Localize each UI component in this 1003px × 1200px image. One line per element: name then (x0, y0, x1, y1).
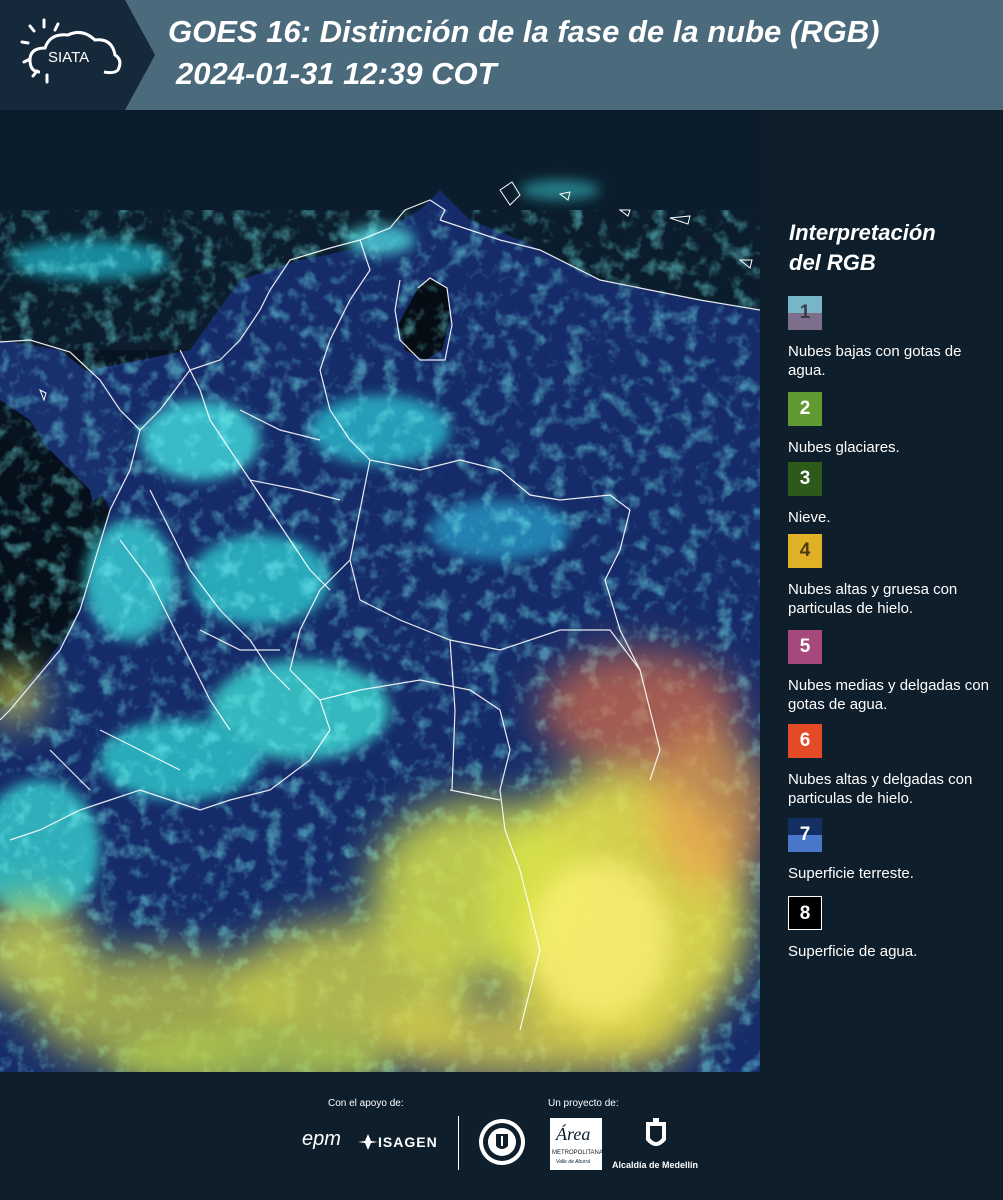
footer: Con el apoyo de: Un proyecto de: epm ISA… (0, 1072, 1003, 1200)
area-logo-sub1: METROPOLITANA (552, 1150, 603, 1156)
legend-panel: Interpretación del RGB 1 Nubes bajas con … (760, 110, 1003, 1072)
epm-logo: epm (302, 1128, 354, 1154)
isagen-icon (358, 1134, 378, 1150)
legend-swatch: 1 (788, 296, 822, 330)
legend-swatch: 8 (788, 896, 822, 930)
alcaldia-logo: Alcaldía de Medellín (612, 1118, 704, 1174)
legend-label: Nubes altas y gruesa con particulas de h… (788, 581, 958, 617)
legend-swatch: 6 (788, 724, 822, 758)
legend-title: Interpretación del RGB (789, 218, 989, 278)
legend-label: Nubes bajas con gotas de agua. (788, 343, 962, 379)
siata-logo-text: SIATA (48, 49, 89, 66)
area-metropolitana-logo: Área METROPOLITANA Valle de Aburrá (550, 1118, 603, 1170)
area-logo-sub2: Valle de Aburrá (556, 1159, 591, 1165)
legend-number: 4 (799, 540, 811, 561)
project-label: Un proyecto de: (548, 1098, 619, 1109)
legend-number: 7 (799, 824, 811, 845)
legend-number: 1 (799, 302, 811, 323)
legend-swatch: 7 (788, 818, 822, 852)
epm-logo-text: epm (302, 1128, 341, 1150)
footer-divider (458, 1116, 459, 1170)
legend-swatch: 5 (788, 630, 822, 664)
alcaldia-logo-text: Alcaldía de Medellín (612, 1160, 699, 1170)
isagen-logo: ISAGEN (358, 1130, 448, 1154)
support-label: Con el apoyo de: (328, 1098, 404, 1109)
legend-swatch: 2 (788, 392, 822, 426)
legend-label: Superficie de agua. (788, 943, 918, 960)
timestamp: 2024-01-31 12:39 COT (176, 56, 497, 91)
legend-swatch: 4 (788, 534, 822, 568)
area-logo-name: Área (556, 1124, 591, 1144)
legend-label: Nubes medias y delgadas con gotas de agu… (788, 677, 989, 713)
satellite-map (0, 110, 760, 1072)
legend-swatch: 3 (788, 462, 822, 496)
medellin-seal-logo (478, 1118, 526, 1166)
legend-label: Superficie terreste. (788, 865, 914, 882)
alcaldia-shield-icon (646, 1118, 666, 1146)
legend-number: 8 (799, 903, 811, 924)
legend-title-line1: Interpretación (789, 220, 936, 245)
header-bar: SIATA GOES 16: Distinción de la fase de … (0, 0, 1003, 110)
legend-number: 6 (799, 730, 811, 751)
legend-number: 2 (799, 398, 811, 419)
siata-logo: SIATA (0, 0, 155, 110)
legend-title-line2: del RGB (789, 250, 876, 275)
legend-number: 3 (799, 468, 811, 489)
legend-label: Nubes glaciares. (788, 439, 900, 456)
legend-number: 5 (799, 636, 811, 657)
legend-label: Nieve. (788, 509, 831, 526)
legend-label: Nubes altas y delgadas con particulas de… (788, 771, 973, 807)
isagen-logo-text: ISAGEN (378, 1134, 438, 1150)
page-title: GOES 16: Distinción de la fase de la nub… (168, 14, 880, 49)
